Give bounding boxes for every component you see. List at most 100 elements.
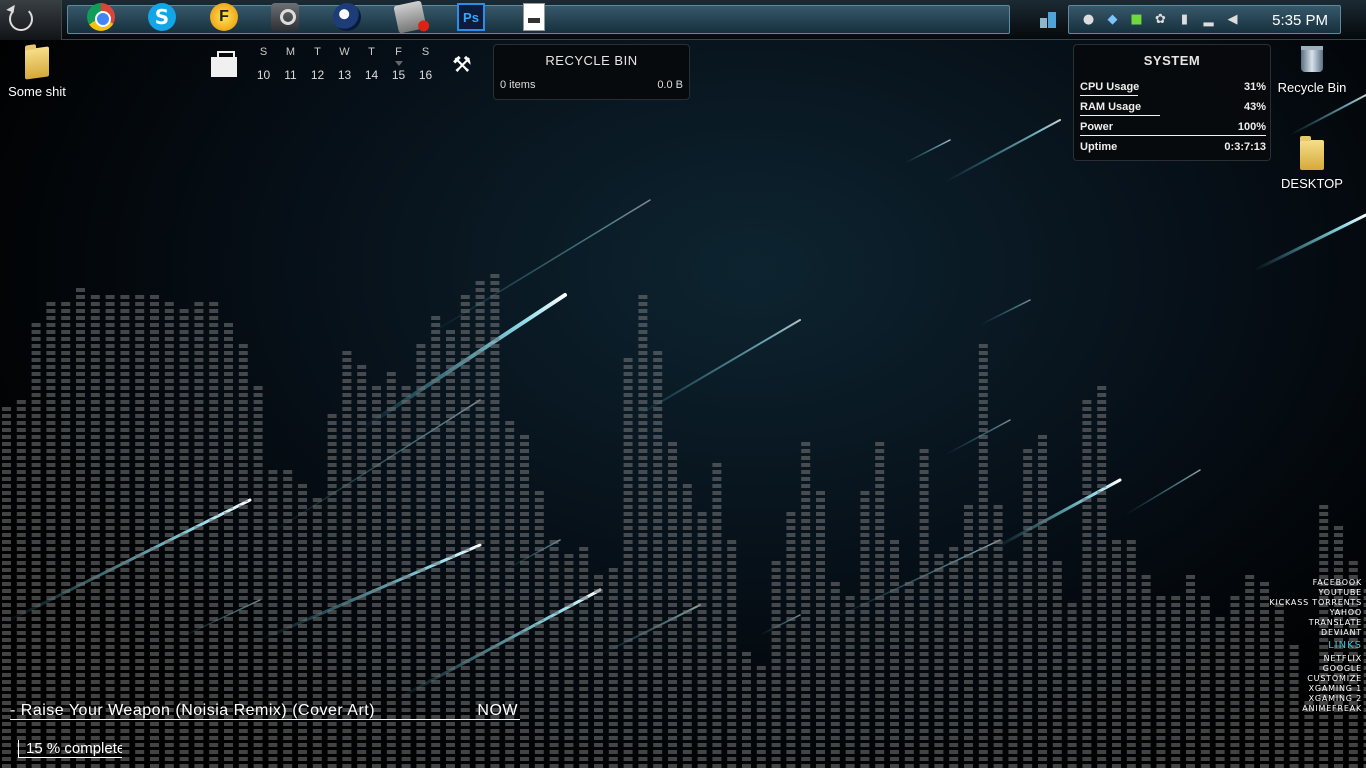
cpu-usage-bar bbox=[1080, 95, 1138, 96]
steam-icon bbox=[271, 3, 299, 31]
visualizer-bar bbox=[1126, 540, 1136, 768]
visualizer-bar bbox=[460, 295, 470, 768]
visualizer-bar bbox=[283, 470, 293, 768]
tool-icon bbox=[393, 0, 427, 34]
link-yahoo[interactable]: YAHOO bbox=[1269, 608, 1362, 618]
calendar-dates: 10 11 12 13 14 15 16 bbox=[250, 68, 440, 82]
calendar-week: S M T W T F S 10 11 12 13 14 15 16 bbox=[250, 46, 440, 82]
visualizer-bar bbox=[76, 288, 85, 768]
desktop-icon-some-shit[interactable]: Some shit bbox=[4, 46, 70, 99]
metric-label: Uptime bbox=[1080, 141, 1118, 153]
metric-value: 0:3:7:13 bbox=[1224, 141, 1266, 153]
cinema4d-icon bbox=[333, 3, 361, 31]
visualizer-bar bbox=[1008, 561, 1018, 768]
link-kickass-torrents[interactable]: KICKASS TORRENTS bbox=[1269, 598, 1362, 608]
calendar-day-header: S bbox=[421, 46, 430, 58]
calendar-day-header: T bbox=[314, 46, 321, 58]
visualizer-bar bbox=[890, 540, 899, 768]
recycle-bin-icon bbox=[1301, 46, 1323, 72]
signal-icon[interactable]: ▂ bbox=[1201, 12, 1216, 27]
show-desktop-button[interactable] bbox=[1036, 8, 1060, 32]
tools-icon[interactable]: ⚒ bbox=[452, 54, 476, 78]
visualizer-bar bbox=[1112, 540, 1121, 768]
visualizer-bar bbox=[860, 491, 870, 768]
start-button[interactable] bbox=[0, 0, 62, 40]
link-animefreak[interactable]: ANIMEFREAK bbox=[1269, 704, 1362, 714]
widget-title: SYSTEM bbox=[1143, 53, 1201, 68]
recycle-bin-item-count: 0 items bbox=[500, 79, 536, 91]
visualizer-bar bbox=[978, 344, 988, 768]
link-youtube[interactable]: YOUTUBE bbox=[1269, 588, 1362, 598]
link-translate[interactable]: TRANSLATE bbox=[1269, 618, 1362, 628]
link-xgaming-2[interactable]: XGAMING 2 bbox=[1269, 694, 1362, 704]
sd-card-icon[interactable]: ▮ bbox=[1177, 12, 1192, 27]
visualizer-bar bbox=[579, 547, 589, 768]
visualizer-bar bbox=[875, 442, 885, 768]
system-monitor-widget: SYSTEM CPU Usage 31% RAM Usage 43% Power… bbox=[1073, 44, 1271, 161]
taskbar-app-cinema4d[interactable] bbox=[318, 0, 376, 34]
link-customize[interactable]: CUSTOMIZE bbox=[1269, 674, 1362, 684]
visualizer-bar bbox=[786, 512, 796, 768]
taskbar-app-fl-studio[interactable]: F bbox=[195, 0, 253, 34]
desktop-icon-label: Recycle Bin bbox=[1277, 80, 1347, 95]
volume-icon[interactable]: ◀ bbox=[1225, 12, 1240, 27]
visualizer-bar bbox=[771, 561, 781, 768]
desktop-icon-label: DESKTOP bbox=[1281, 176, 1343, 191]
calendar-date: 10 bbox=[256, 68, 271, 82]
visualizer-bar bbox=[120, 295, 130, 768]
visualizer-bar bbox=[135, 295, 145, 768]
calendar-day-header: T bbox=[368, 46, 375, 58]
power-bar bbox=[1080, 135, 1266, 136]
dropbox-icon[interactable]: ◆ bbox=[1105, 12, 1120, 27]
calendar-day-header: S bbox=[259, 46, 268, 58]
link-deviant[interactable]: DEVIANT bbox=[1269, 628, 1362, 638]
visualizer-bar bbox=[993, 505, 1003, 768]
link-xgaming-1[interactable]: XGAMING 1 bbox=[1269, 684, 1362, 694]
visualizer-bar bbox=[727, 540, 737, 768]
water-drop-icon[interactable]: ● bbox=[1081, 12, 1096, 27]
download-progress-text: 15 % complete bbox=[26, 740, 122, 757]
visualizer-bar bbox=[1215, 617, 1225, 768]
now-playing-track: - Raise Your Weapon (Noisia Remix) (Cove… bbox=[10, 702, 376, 719]
visualizer-bar bbox=[564, 554, 574, 768]
link-facebook[interactable]: FACEBOOK bbox=[1269, 578, 1362, 588]
visualizer-bar bbox=[594, 575, 603, 768]
link-google[interactable]: GOOGLE bbox=[1269, 664, 1362, 674]
desktop-icon-recycle-bin[interactable]: Recycle Bin bbox=[1273, 46, 1351, 95]
calendar-day-header: F bbox=[395, 46, 402, 58]
now-playing-widget[interactable]: - Raise Your Weapon (Noisia Remix) (Cove… bbox=[10, 702, 520, 720]
visualizer-bar bbox=[934, 554, 944, 768]
calendar-day-headers: S M T W T F S bbox=[250, 46, 440, 58]
taskbar-app-skype[interactable]: S bbox=[133, 0, 191, 34]
calendar-date: 14 bbox=[364, 68, 379, 82]
calendar-date-today: 15 bbox=[391, 68, 406, 82]
skype-icon: S bbox=[148, 3, 176, 31]
visualizer-bar bbox=[697, 512, 707, 768]
visualizer-bar bbox=[534, 491, 544, 768]
taskbar-app-document[interactable] bbox=[505, 0, 563, 34]
clock[interactable]: 5:35 PM bbox=[1272, 12, 1328, 29]
taskbar-app-chrome[interactable] bbox=[72, 0, 130, 34]
visualizer-bar bbox=[1038, 435, 1047, 768]
recycle-bin-widget[interactable]: RECYCLE BIN 0 items 0.0 B bbox=[493, 44, 690, 100]
chrome-icon bbox=[87, 3, 115, 31]
taskbar-app-tool[interactable] bbox=[381, 0, 439, 34]
metric-label: CPU Usage bbox=[1080, 81, 1140, 93]
taskbar-app-steam[interactable] bbox=[256, 0, 314, 34]
visualizer-bar bbox=[1023, 449, 1033, 768]
visualizer-bar bbox=[1230, 596, 1240, 768]
shield-icon[interactable]: ■ bbox=[1129, 12, 1144, 27]
taskbar-app-photoshop[interactable]: Ps bbox=[442, 0, 500, 34]
visualizer-bar bbox=[623, 358, 633, 768]
visualizer-bar bbox=[164, 302, 174, 768]
calendar-icon[interactable] bbox=[211, 51, 237, 77]
steam-tray-icon[interactable]: ✿ bbox=[1153, 12, 1168, 27]
desktop-icon-desktop[interactable]: DESKTOP bbox=[1276, 136, 1348, 191]
today-marker-icon bbox=[395, 61, 403, 66]
now-playing-label: NOW bbox=[477, 702, 518, 719]
taskbar: S F Ps ● ◆ ■ ✿ ▮ ▂ ◀ 5:35 PM bbox=[0, 0, 1366, 40]
link-netflix[interactable]: NETFLIX bbox=[1269, 654, 1362, 664]
visualizer-bar bbox=[1082, 400, 1092, 768]
visualizer-bar bbox=[801, 442, 811, 768]
metric-label: Power bbox=[1080, 121, 1114, 133]
